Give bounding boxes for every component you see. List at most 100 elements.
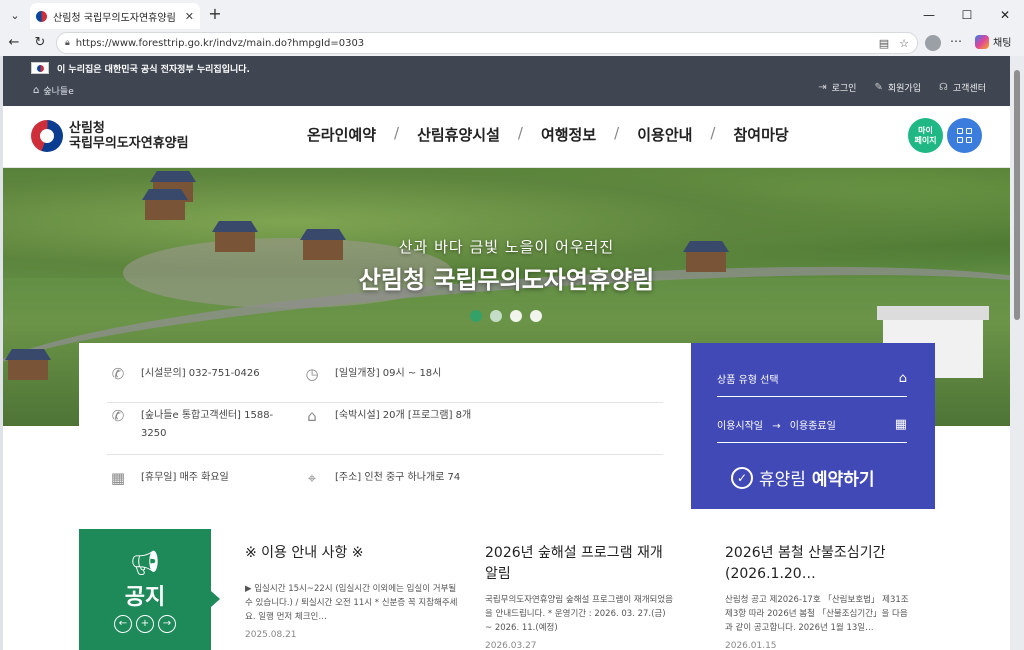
clock-icon: ◷ [305,365,319,383]
home-link[interactable]: ⌂ 숲나들e [33,84,74,97]
page-scrollbar[interactable] [1010,56,1024,650]
info-closed-text: [휴무일] 매주 화요일 [141,472,229,483]
tab-list-chevron-icon[interactable]: ⌄ [4,4,26,26]
gov-banner-text: 이 누리집은 대한민국 공식 전자정부 누리집입니다. [57,65,250,75]
minimize-icon[interactable]: — [910,0,948,30]
signup-link[interactable]: ✎ 회원가입 [874,81,921,94]
page-viewport: 이 누리집은 대한민국 공식 전자정부 누리집입니다. ⌂ 숲나들e ⇥ 로그인 ✎… [3,56,1010,650]
korean-flag-icon [31,62,49,74]
reserve-button[interactable]: ✓ 휴양림 예약하기 [731,465,874,490]
product-type-label: 상품 유형 선택 [717,375,779,386]
tab-title: 산림청 국립무의도자연휴양림 [53,12,176,24]
browser-chrome: ⌄ 산림청 국립무의도자연휴양림 ✕ + — ☐ ✕ ← ↻ 🔒︎ https:… [0,0,1024,56]
facility-info-panel: ✆ [시설문의] 032-751-0426 ◷ [일일개장] 09시 ~ 18시… [79,343,691,509]
utility-links: ⇥ 로그인 ✎ 회원가입 ☊ 고객센터 [800,81,986,94]
notice-post[interactable]: ※ 이용 안내 사항 ※ ▶ 입실시간 15시~22시 (입실시간 이외에는 입… [245,543,465,640]
info-facility: ⌂ [숙박시설] 20개 [프로그램] 8개 [301,407,651,429]
slide-dot[interactable] [470,310,482,322]
more-menu-icon[interactable]: ⋯ [950,34,962,48]
nav-community[interactable]: 참여마당 [733,124,788,145]
notice-section: 📢︎ 공지 ← + → ※ 이용 안내 사항 ※ ▶ 입실시간 15시~22시 … [79,529,935,650]
cabin-image [8,358,48,380]
notice-post-date: 2026.03.27 [485,641,537,650]
all-menu-button[interactable] [947,118,982,153]
info-row: ▦ [휴무일] 매주 화요일 ⌖ [주소] 인천 중구 하나개로 74 [107,455,663,507]
reservation-panel: 상품 유형 선택 ⌂ 이용시작일 → 이용종료일 ▦ ✓ 휴양림 예약하기 [691,343,935,509]
nav-separator: / [517,124,523,142]
logo-line2: 국립무의도자연휴양림 [69,136,189,151]
notice-post[interactable]: 2026년 봄철 산불조심기간 (2026.1.20… 산림청 공고 제2026… [725,543,915,650]
tab-strip: ⌄ 산림청 국립무의도자연휴양림 ✕ + — ☐ ✕ [0,0,1024,30]
next-icon[interactable]: → [158,615,176,633]
signup-label: 회원가입 [887,84,921,94]
login-label: 로그인 [831,84,857,94]
maximize-icon[interactable]: ☐ [948,0,986,30]
prev-icon[interactable]: ← [114,615,132,633]
mypage-button[interactable]: 마이 페이지 [908,118,943,153]
info-facility-text: [숙박시설] 20개 [프로그램] 8개 [335,410,472,421]
back-icon[interactable]: ← [4,34,24,52]
calendar-icon: ▦ [894,417,907,432]
headset-icon: ☊ [938,82,948,93]
info-phone: ✆ [시설문의] 032-751-0426 [107,365,297,387]
nav-online-reservation[interactable]: 온라인예약 [307,124,376,145]
date-arrow: → [772,421,781,432]
notice-post-title: ※ 이용 안내 사항 ※ [245,545,364,561]
hero-title: 산림청 국립무의도자연휴양림 [358,266,655,294]
site-logo[interactable]: 산림청 국립무의도자연휴양림 [31,120,189,152]
info-row: ✆ [시설문의] 032-751-0426 ◷ [일일개장] 09시 ~ 18시 [107,351,663,403]
reserve-label-bold: 예약하기 [811,470,875,490]
close-window-icon[interactable]: ✕ [986,0,1024,30]
slide-dot[interactable] [510,310,522,322]
info-hours: ◷ [일일개장] 09시 ~ 18시 [301,365,651,387]
info-address: ⌖ [주소] 인천 중구 하나개로 74 [301,469,651,491]
support-link[interactable]: ☊ 고객센터 [939,81,986,94]
building-icon: ⌂ [307,407,317,425]
slide-dot[interactable] [490,310,502,322]
new-tab-icon[interactable]: + [206,6,224,24]
reload-icon[interactable]: ↻ [30,34,50,52]
info-address-text: [주소] 인천 중구 하나개로 74 [335,472,461,483]
favorite-star-icon[interactable]: ☆ [899,37,909,50]
nav-separator: / [394,124,400,142]
address-bar[interactable]: 🔒︎ https://www.foresttrip.go.kr/indvz/ma… [56,32,918,54]
info-callcenter-text: [숲나들e 통합고객센터] 1588-3250 [141,410,274,439]
browser-tab[interactable]: 산림청 국립무의도자연휴양림 ✕ [30,3,200,29]
nav-forest-facilities[interactable]: 산림휴양시설 [417,124,500,145]
info-hours-text: [일일개장] 09시 ~ 18시 [335,368,442,379]
slide-dot[interactable] [530,310,542,322]
login-link[interactable]: ⇥ 로그인 [818,81,856,94]
cabin-image [145,198,185,220]
info-phone-text: [시설문의] 032-751-0426 [141,368,260,379]
plus-icon[interactable]: + [136,615,154,633]
scrollbar-thumb[interactable] [1014,70,1020,320]
home-icon: ⌂ [33,85,40,96]
lodging-icon: ⌂ [898,371,907,386]
product-type-select[interactable]: 상품 유형 선택 ⌂ [717,361,907,397]
tab-close-icon[interactable]: ✕ [185,10,194,23]
nav-travel-info[interactable]: 여행정보 [541,124,596,145]
copilot-button[interactable]: 채팅 [975,34,1011,49]
info-callcenter: ✆ [숲나들e 통합고객센터] 1588-3250 [107,407,287,443]
lock-icon: 🔒︎ [65,38,70,48]
notice-post-body: 국립무의도자연휴양림 숲해설 프로그램이 재개되었음을 안내드립니다. * 운영… [485,595,673,633]
notice-post-body: 산림청 공고 제2026-17호 「산림보호법」 제31조 제3항 따라 202… [725,595,909,633]
notice-post[interactable]: 2026년 숲해설 프로그램 재개 알림 국립무의도자연휴양림 숲해설 프로그램… [485,543,675,650]
date-range-picker[interactable]: 이용시작일 → 이용종료일 ▦ [717,407,907,443]
date-end-label: 이용종료일 [789,421,836,432]
notice-post-title: 2026년 봄철 산불조심기간 (2026.1.20… [725,545,886,582]
notice-post-body: ▶ 입실시간 15시~22시 (입실시간 이외에는 입실이 거부될 수 있습니다… [245,584,458,622]
address-row: ← ↻ 🔒︎ https://www.foresttrip.go.kr/indv… [0,30,1024,56]
support-label: 고객센터 [952,84,986,94]
nav-usage-guide[interactable]: 이용안내 [637,124,692,145]
forest-service-emblem-icon [31,120,63,152]
url-text: https://www.foresttrip.go.kr/indvz/main.… [75,37,365,49]
notice-post-title: 2026년 숲해설 프로그램 재개 알림 [485,545,663,582]
slider-dots [470,310,550,322]
reserve-label-light: 휴양림 [759,470,806,490]
check-circle-icon: ✓ [731,466,753,489]
reader-icon[interactable]: ▤ [879,37,889,50]
info-closed: ▦ [휴무일] 매주 화요일 [107,469,297,491]
profile-avatar[interactable] [925,35,941,51]
mypage-label: 마이 페이지 [914,126,937,145]
